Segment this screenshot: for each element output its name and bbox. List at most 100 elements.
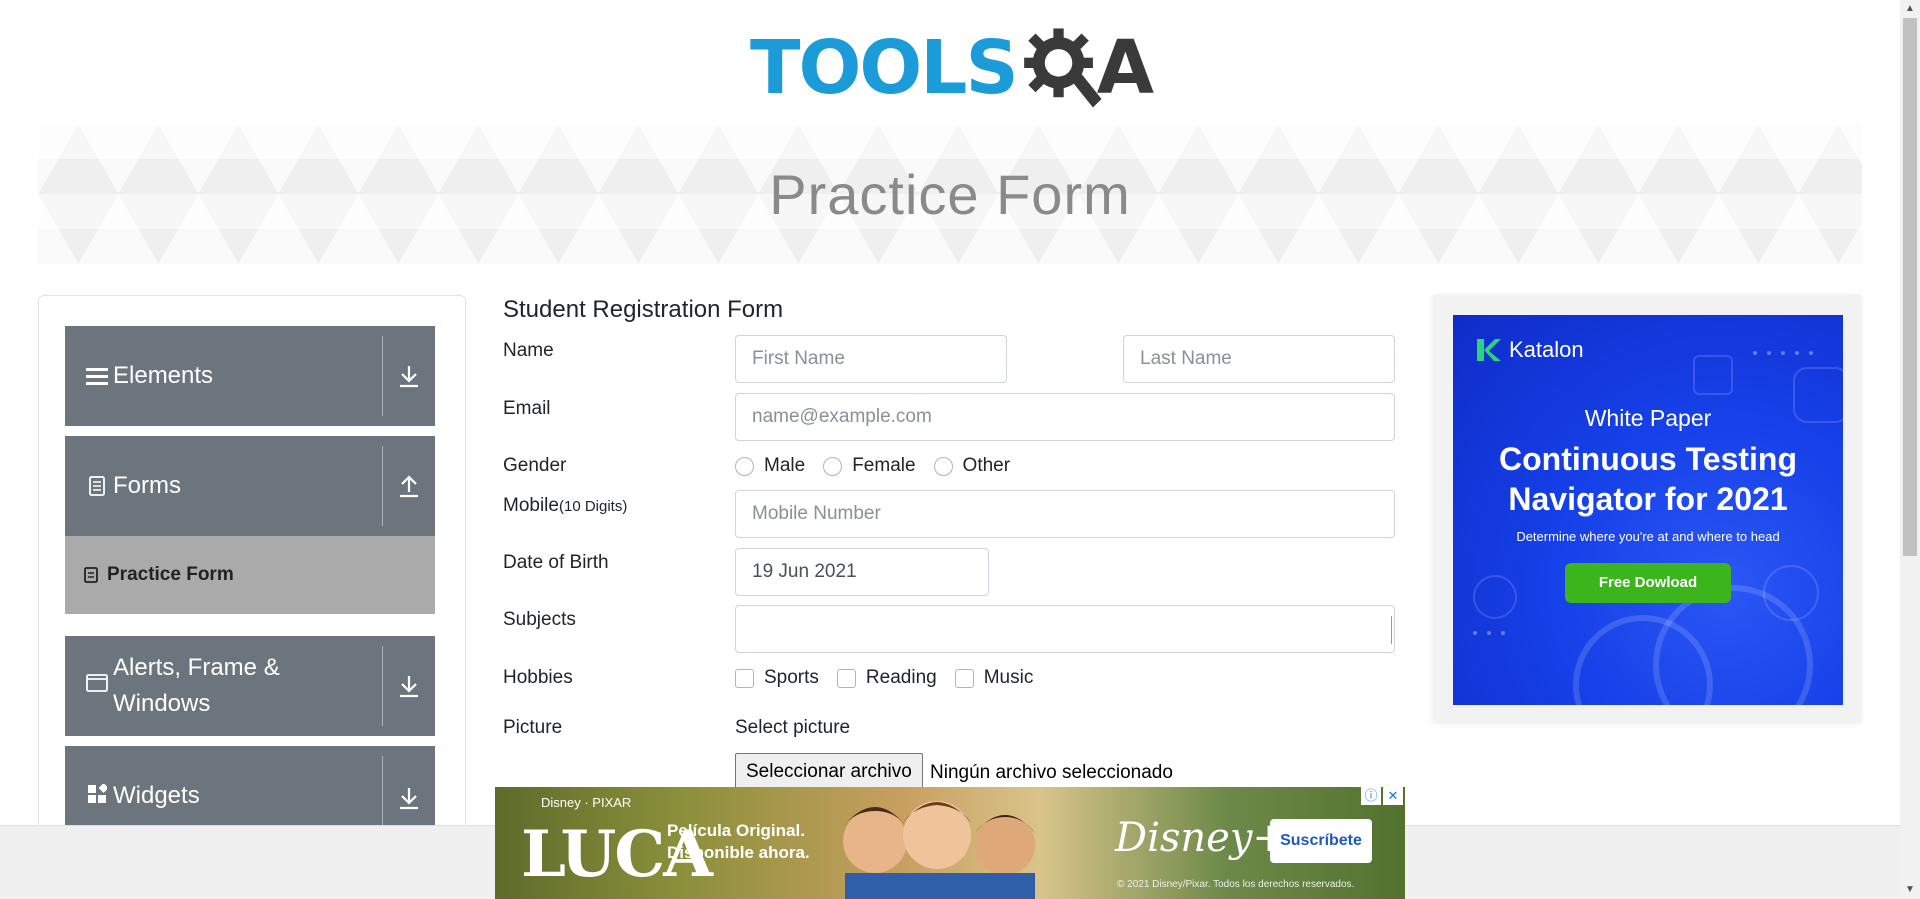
- mobile-label: Mobile(10 Digits): [503, 495, 627, 517]
- widgets-icon: [85, 784, 109, 804]
- radio-button[interactable]: [933, 456, 953, 476]
- ad-kicker: White Paper: [1584, 405, 1712, 431]
- hobby-option-sports[interactable]: Sports: [735, 667, 819, 689]
- hobby-option-music[interactable]: Music: [954, 667, 1034, 689]
- dot: [1501, 631, 1505, 635]
- hobbies-label: Hobbies: [503, 667, 573, 688]
- input-caret: [1391, 616, 1392, 644]
- mobile-label-text: Mobile: [503, 495, 559, 516]
- mobile-hint: (10 Digits): [558, 498, 628, 515]
- gender-label: Gender: [503, 455, 567, 476]
- file-status-text: Ningún archivo seleccionado: [930, 762, 1173, 783]
- email-input[interactable]: [735, 393, 1395, 441]
- scroll-up-arrow-icon[interactable]: ▲: [1900, 0, 1920, 18]
- dob-label: Date of Birth: [503, 552, 609, 573]
- sidebar-group-alerts[interactable]: Alerts, Frame & Windows: [65, 636, 435, 736]
- gear-magnifier-icon: [1023, 28, 1102, 108]
- name-label: Name: [503, 340, 554, 361]
- ad-tagline: Determine where you're at and where to h…: [1516, 529, 1780, 544]
- luca-disney-ad[interactable]: Disney · PIXAR LUCA Película Original. D…: [495, 787, 1405, 899]
- first-name-input[interactable]: [735, 335, 1007, 383]
- katalon-brand-name: Katalon: [1509, 337, 1584, 362]
- page-banner: Practice Form: [38, 124, 1862, 264]
- form-title: Student Registration Form: [503, 296, 784, 323]
- subjects-input[interactable]: [735, 605, 1395, 653]
- page-title: Practice Form: [769, 162, 1131, 226]
- hobby-option-reading[interactable]: Reading: [836, 667, 937, 689]
- checkbox[interactable]: [836, 668, 856, 688]
- ad-promo-line: Disponible ahora.: [667, 843, 810, 862]
- checkbox[interactable]: [735, 668, 754, 688]
- divider: [382, 336, 383, 416]
- ad-copyright: © 2021 Disney/Pixar. Todos los derechos …: [1117, 879, 1355, 890]
- dot: [1753, 351, 1757, 355]
- dot: [1487, 631, 1491, 635]
- choose-file-button[interactable]: Seleccionar archivo: [735, 753, 923, 791]
- radio-button[interactable]: [735, 456, 754, 476]
- katalon-ad[interactable]: Katalon White Paper Continuous Testing N…: [1453, 315, 1843, 705]
- divider: [382, 756, 383, 836]
- ad-headline-line: Continuous Testing: [1498, 441, 1798, 477]
- checkbox-label: Music: [983, 667, 1034, 688]
- dot: [1781, 351, 1785, 355]
- last-name-input[interactable]: [1123, 335, 1395, 383]
- document-icon: [85, 476, 109, 496]
- logo-text-a: A: [1096, 25, 1154, 111]
- mobile-input[interactable]: [735, 490, 1395, 538]
- ad-close-icon[interactable]: ✕: [1383, 787, 1403, 805]
- subjects-label: Subjects: [503, 609, 576, 630]
- hobbies-checkbox-group: Sports Reading Music: [735, 667, 1051, 689]
- katalon-logo-icon: [1477, 339, 1501, 361]
- gender-radio-group: Male Female Other: [735, 455, 1028, 477]
- subscribe-button[interactable]: Suscríbete: [1270, 819, 1372, 863]
- scroll-down-arrow-icon[interactable]: ▼: [1900, 881, 1920, 899]
- checkbox[interactable]: [954, 668, 974, 688]
- ad-promo-text: Película Original. Disponible ahora.: [667, 820, 810, 864]
- radio-label: Male: [764, 455, 806, 476]
- gender-option-female[interactable]: Female: [823, 455, 916, 477]
- sidebar-group-label: Widgets: [113, 782, 200, 809]
- right-ad-container: Katalon White Paper Continuous Testing N…: [1433, 295, 1861, 723]
- sidebar-group-label: Alerts, Frame & Windows: [113, 654, 280, 717]
- ad-info-icon[interactable]: ⓘ: [1361, 787, 1381, 805]
- download-arrow-icon[interactable]: [395, 362, 423, 390]
- left-sidebar: Elements Forms Practice Form Alerts, Fra…: [38, 295, 466, 899]
- radio-label: Other: [962, 455, 1011, 476]
- ad-headline: Continuous Testing Navigator for 2021: [1453, 439, 1843, 519]
- window-icon: [85, 674, 109, 692]
- ad-controls: ⓘ ✕: [1361, 787, 1403, 805]
- picture-label: Picture: [503, 717, 563, 738]
- divider: [382, 646, 383, 726]
- download-arrow-icon[interactable]: [395, 672, 423, 700]
- scrollbar-thumb[interactable]: [1903, 18, 1917, 556]
- date-of-birth-input[interactable]: [735, 548, 989, 596]
- sidebar-group-forms[interactable]: Forms: [65, 436, 435, 536]
- toolsqa-logo[interactable]: TOOLS A: [750, 20, 1154, 116]
- gender-option-male[interactable]: Male: [735, 455, 805, 477]
- sidebar-group-label: Forms: [113, 472, 181, 499]
- radio-button[interactable]: [823, 456, 843, 476]
- ad-headline-line: Navigator for 2021: [1508, 481, 1788, 517]
- dot: [1767, 351, 1771, 355]
- dot: [1809, 351, 1813, 355]
- sidebar-group-label: Elements: [113, 362, 214, 389]
- katalon-brand: Katalon: [1475, 337, 1584, 363]
- ad-studio-label: Disney · PIXAR: [541, 795, 632, 810]
- radio-label: Female: [852, 455, 916, 476]
- sidebar-group-elements[interactable]: Elements: [65, 326, 435, 426]
- clock-icon: [1473, 575, 1517, 619]
- dot: [1795, 351, 1799, 355]
- email-label: Email: [503, 398, 551, 419]
- form-icon: [83, 567, 99, 583]
- free-download-button[interactable]: Free Dowload: [1565, 563, 1731, 603]
- logo-text-tools: TOOLS: [750, 25, 1019, 111]
- upload-arrow-icon[interactable]: [395, 472, 423, 500]
- ad-characters-illustration: [843, 801, 1035, 899]
- sidebar-item-practice-form[interactable]: Practice Form: [65, 536, 435, 614]
- download-arrow-icon[interactable]: [395, 784, 423, 812]
- ad-promo-line: Película Original.: [667, 821, 805, 840]
- gender-option-other[interactable]: Other: [933, 455, 1011, 477]
- sidebar-item-label: Practice Form: [107, 564, 234, 585]
- vertical-scrollbar[interactable]: ▲ ▼: [1900, 0, 1920, 899]
- disney-plus-logo: Disney+: [1115, 815, 1286, 861]
